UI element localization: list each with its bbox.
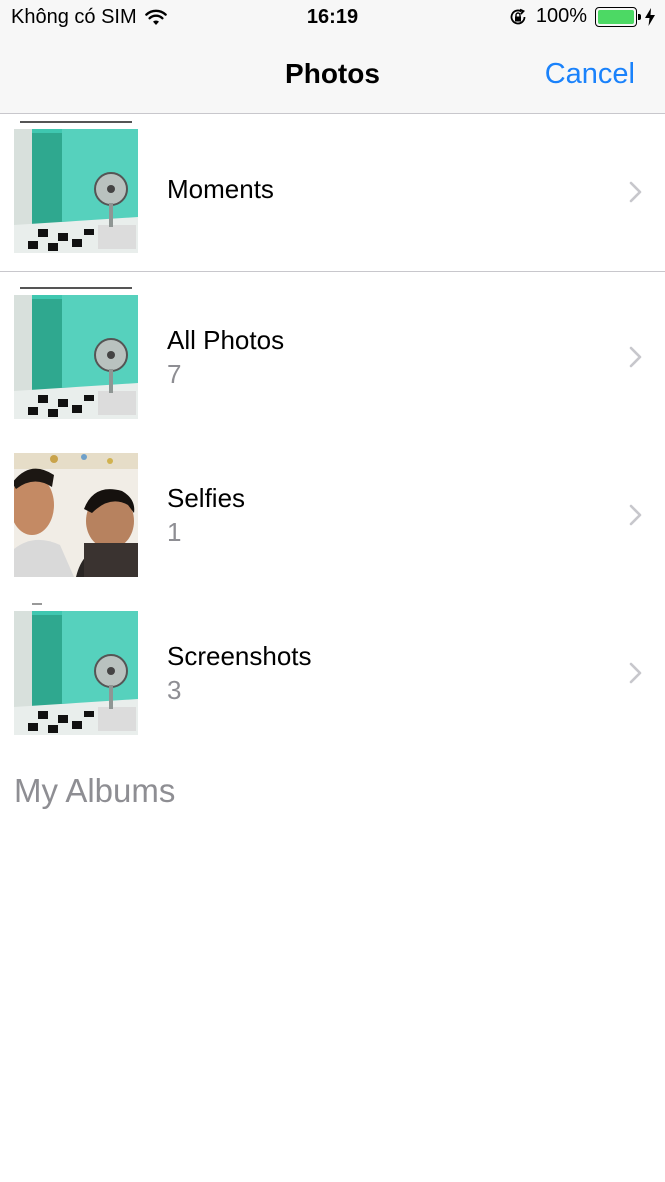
- album-title: Screenshots: [167, 641, 312, 671]
- album-row-selfies[interactable]: Selfies 1: [0, 439, 665, 597]
- navigation-bar: Photos Cancel: [0, 38, 665, 114]
- album-thumbnail: [14, 439, 138, 579]
- album-row-screenshots[interactable]: Screenshots 3: [0, 597, 665, 755]
- album-row-all-photos[interactable]: All Photos 7: [0, 281, 665, 439]
- room-fan-photo: [14, 611, 138, 735]
- status-right: 100%: [508, 5, 655, 28]
- selfie-photo: [14, 453, 138, 577]
- battery-level: [598, 9, 634, 24]
- battery-percent: 100%: [535, 5, 587, 27]
- album-thumbnail: [14, 597, 138, 737]
- section-divider: [0, 271, 665, 272]
- room-fan-photo: [14, 129, 138, 253]
- thumbnail-stack-edge: [20, 121, 132, 123]
- thumbnail-stack-edge: [20, 287, 132, 289]
- album-count: 7: [167, 359, 182, 389]
- thumbnail-stack-edge: [32, 603, 42, 605]
- chevron-right-icon: [629, 346, 642, 368]
- album-count: 1: [167, 517, 182, 547]
- chevron-right-icon: [629, 181, 642, 203]
- chevron-right-icon: [629, 662, 642, 684]
- album-title: All Photos: [167, 325, 285, 355]
- chevron-right-icon: [629, 504, 642, 526]
- album-thumbnail: [14, 115, 138, 255]
- album-title: Selfies: [167, 483, 246, 513]
- album-row-moments[interactable]: Moments: [0, 115, 665, 273]
- room-fan-photo: [14, 295, 138, 419]
- cancel-button[interactable]: Cancel: [545, 58, 635, 91]
- battery-icon: [595, 6, 641, 27]
- album-title: Moments: [167, 174, 274, 204]
- charging-bolt-icon: [645, 7, 655, 26]
- album-thumbnail: [14, 281, 138, 421]
- status-bar: Không có SIM 16:19 100%: [0, 0, 665, 38]
- my-albums-header: My Albums: [14, 772, 176, 809]
- album-count: 3: [167, 675, 182, 705]
- orientation-lock-icon: [510, 8, 526, 24]
